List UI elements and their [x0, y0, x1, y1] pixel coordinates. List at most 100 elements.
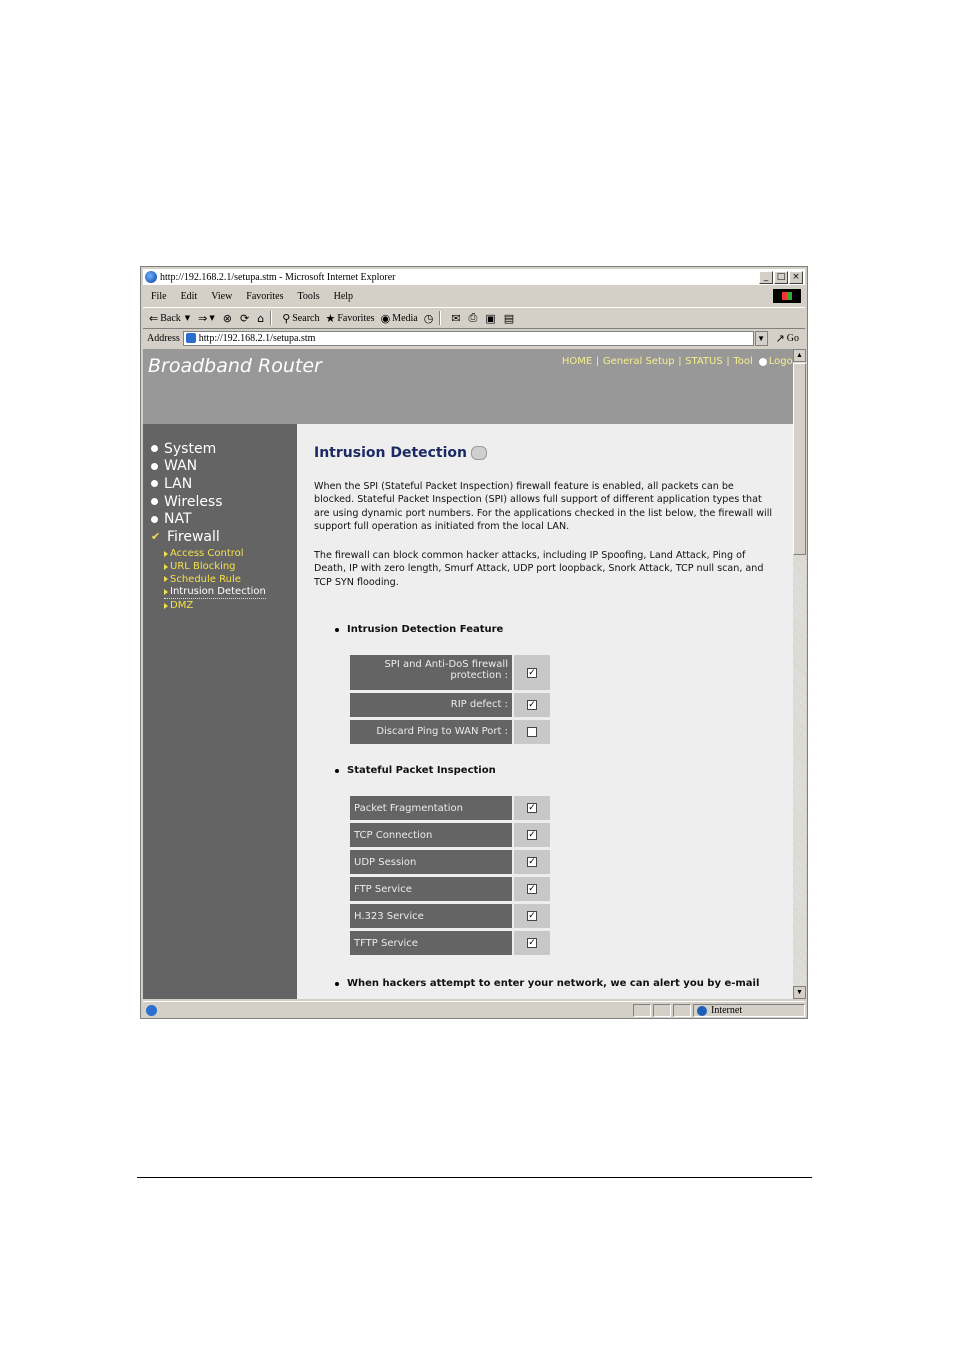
nav-tool[interactable]: Tool [733, 356, 752, 367]
submenu-access-control[interactable]: Access Control [164, 548, 266, 561]
security-zone: Internet [693, 1004, 805, 1017]
page-viewport: Broadband Router HOME | General Setup | … [143, 349, 793, 999]
bullet-icon [335, 981, 339, 986]
section-intrusion-feature: Intrusion Detection Feature [335, 624, 503, 635]
checkmark-icon: ✔ [151, 530, 161, 544]
triangle-icon [164, 563, 168, 570]
edit-icon: ▣ [485, 311, 496, 325]
menu-favorites[interactable]: Favorites [246, 291, 283, 302]
checkbox-rip-defect[interactable]: ✓ [527, 700, 537, 710]
sidebar: System WAN LAN Wireless NAT ✔ Firewall Ac… [143, 424, 297, 999]
stop-button[interactable]: ⊗ [223, 312, 234, 325]
scroll-thumb[interactable] [793, 363, 806, 555]
checkbox-spi-antidos[interactable]: ✓ [527, 667, 537, 678]
media-button[interactable]: ◉ Media [381, 312, 418, 325]
forward-button[interactable]: ⇒ ▼ [198, 312, 217, 325]
checkbox-udp-session[interactable]: ✓ [527, 857, 537, 867]
favorites-label: Favorites [337, 312, 375, 324]
sidebar-item-firewall[interactable]: ✔ Firewall [151, 528, 266, 546]
spi-label: FTP Service [350, 877, 512, 901]
search-button[interactable]: ⚲ Search [282, 312, 319, 325]
menu-file[interactable]: File [151, 291, 167, 302]
vertical-scrollbar[interactable]: ▲ ▼ [793, 349, 806, 999]
spi-label: TFTP Service [350, 931, 512, 955]
submenu-schedule-rule[interactable]: Schedule Rule [164, 573, 266, 586]
feature-row-ping: Discard Ping to WAN Port : [350, 720, 550, 744]
home-button[interactable]: ⌂ [257, 312, 266, 325]
search-label: Search [292, 312, 320, 324]
checkbox-ftp-service[interactable]: ✓ [527, 884, 537, 894]
toolbar: ⇐ Back ▼ ⇒ ▼ ⊗ ⟳ ⌂ ⚲ Search ★ Favorites … [143, 307, 805, 329]
checkbox-packet-fragmentation[interactable]: ✓ [527, 803, 537, 813]
checkbox-cell: ✓ [514, 931, 550, 955]
nav-status[interactable]: STATUS [685, 356, 723, 367]
checkbox-cell: ✓ [514, 823, 550, 847]
checkbox-cell: ✓ [514, 904, 550, 928]
bullet-icon [151, 462, 158, 470]
browser-window: http://192.168.2.1/setupa.stm - Microsof… [140, 266, 808, 1019]
help-icon[interactable] [471, 446, 488, 460]
checkbox-h323-service[interactable]: ✓ [527, 911, 537, 921]
nav-general-setup[interactable]: General Setup [603, 356, 675, 367]
submenu-label: Access Control [170, 548, 244, 560]
window-title: http://192.168.2.1/setupa.stm - Microsof… [160, 271, 396, 283]
submenu-dmz[interactable]: DMZ [164, 599, 266, 612]
close-button[interactable]: × [789, 270, 803, 284]
sidebar-item-label: Firewall [167, 528, 220, 545]
sidebar-item-wireless[interactable]: Wireless [151, 493, 266, 511]
refresh-icon: ⟳ [239, 311, 250, 325]
page-title-text: Intrusion Detection [314, 445, 468, 461]
sidebar-item-lan[interactable]: LAN [151, 475, 266, 493]
spi-row: TFTP Service ✓ [350, 931, 550, 955]
menu-edit[interactable]: Edit [181, 291, 198, 302]
scroll-down-icon[interactable]: ▼ [793, 986, 806, 999]
status-pane [633, 1004, 651, 1017]
minimize-button[interactable]: _ [759, 270, 773, 284]
sidebar-item-wan[interactable]: WAN [151, 458, 266, 476]
menu-help[interactable]: Help [334, 291, 353, 302]
section-title: Intrusion Detection Feature [347, 624, 504, 635]
media-icon: ◉ [380, 311, 391, 325]
checkbox-cell [514, 720, 550, 744]
stop-icon: ⊗ [222, 311, 232, 325]
menu-view[interactable]: View [211, 291, 232, 302]
menu-tools[interactable]: Tools [298, 291, 320, 302]
checkbox-tftp-service[interactable]: ✓ [527, 938, 537, 948]
checkbox-tcp-connection[interactable]: ✓ [527, 830, 537, 840]
sidebar-item-label: WAN [164, 458, 198, 475]
refresh-button[interactable]: ⟳ [240, 312, 251, 325]
sidebar-item-nat[interactable]: NAT [151, 510, 266, 528]
checkbox-cell: ✓ [514, 693, 550, 717]
submenu-url-blocking[interactable]: URL Blocking [164, 560, 266, 573]
mail-button[interactable]: ✉ [451, 312, 462, 325]
scroll-up-icon[interactable]: ▲ [793, 349, 806, 362]
address-input[interactable]: http://192.168.2.1/setupa.stm [182, 330, 754, 346]
page-icon [185, 333, 196, 343]
spi-row: TCP Connection ✓ [350, 823, 550, 847]
mail-icon: ✉ [451, 311, 461, 325]
forward-dropdown-icon[interactable]: ▼ [209, 314, 214, 322]
print-button[interactable]: ⎙ [469, 311, 480, 325]
spi-row: UDP Session ✓ [350, 850, 550, 874]
history-button[interactable]: ◷ [424, 312, 436, 325]
sidebar-item-label: System [164, 440, 217, 457]
brand-title: Broadband Router [148, 355, 322, 377]
maximize-button[interactable]: □ [774, 270, 788, 284]
go-arrow-icon: ↗ [775, 331, 785, 345]
spi-table: Packet Fragmentation ✓ TCP Connection ✓ … [350, 796, 550, 958]
zone-label: Internet [711, 1005, 743, 1016]
sidebar-item-system[interactable]: System [151, 440, 266, 458]
address-dropdown-icon[interactable]: ▼ [754, 330, 768, 346]
back-button[interactable]: ⇐ Back ▼ [149, 312, 192, 325]
checkbox-discard-ping[interactable] [527, 727, 537, 737]
description-attacks: The firewall can block common hacker att… [314, 550, 764, 588]
sidebar-item-label: LAN [164, 475, 193, 492]
nav-home[interactable]: HOME [562, 356, 592, 367]
nav-logout[interactable]: Logout [769, 356, 793, 367]
go-button[interactable]: ↗ Go [776, 332, 799, 345]
edit-button[interactable]: ▣ [485, 312, 497, 325]
favorites-button[interactable]: ★ Favorites [325, 312, 374, 325]
submenu-intrusion-detection[interactable]: Intrusion Detection [164, 586, 266, 600]
back-dropdown-icon[interactable]: ▼ [185, 314, 190, 322]
discuss-button[interactable]: ▤ [504, 312, 516, 325]
